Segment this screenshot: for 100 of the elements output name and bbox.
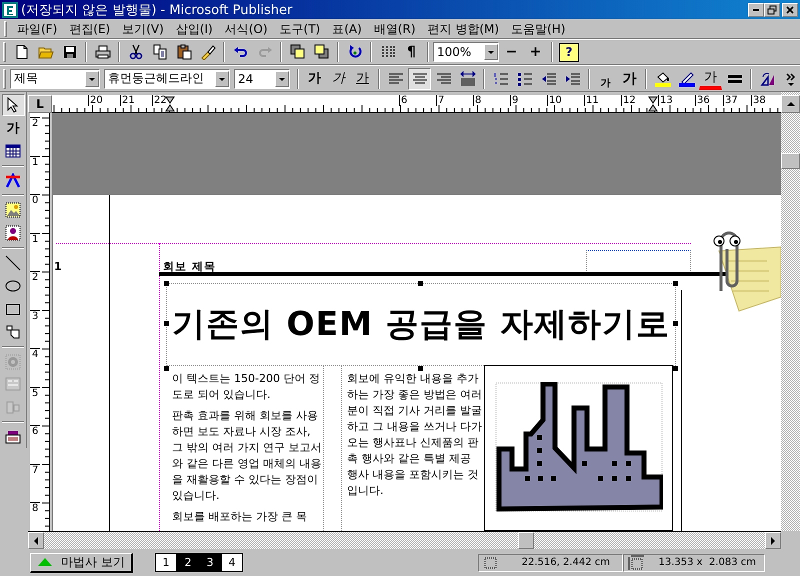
ruler-number: 11	[584, 95, 621, 106]
line-icon	[5, 255, 21, 272]
size-icon	[628, 554, 644, 570]
close-button[interactable]	[782, 2, 798, 16]
ruler-number: 13	[658, 95, 695, 106]
distribute-icon	[460, 70, 476, 86]
menu-item[interactable]: 삽입(I)	[170, 20, 219, 38]
selection-handle[interactable]	[673, 366, 678, 371]
numbered-list-icon	[492, 70, 508, 86]
align-center-icon	[412, 70, 428, 86]
ruler-number: 6	[399, 95, 436, 106]
ruler-number: 6	[30, 425, 40, 464]
ruler-number: 1	[30, 232, 40, 271]
body-paragraph: 판촉 효과를 위해 회보를 사용하면 보도 자료나 시장 조사, 그 밖의 여러 가지 연구 보고서와 같은 다른 영업 매체의 내용을 재활용할 수 있다는 장점이 있습니다.	[172, 408, 322, 504]
ruler-number: 5	[30, 386, 40, 425]
app-logo-icon	[2, 2, 18, 18]
menu-item[interactable]: 편집(E)	[63, 20, 116, 38]
restore-icon	[767, 4, 777, 14]
help-button[interactable]: ?	[559, 42, 579, 62]
fill-bucket-icon	[654, 70, 670, 86]
bulleted-list-icon	[516, 70, 532, 86]
menu-item[interactable]: 배열(R)	[368, 20, 422, 38]
dropdown-arrow-icon	[278, 76, 286, 82]
hotspot-icon	[5, 399, 21, 416]
menu-item[interactable]: 표(A)	[326, 20, 368, 38]
ruler-number: 4	[30, 348, 40, 386]
page-tab[interactable]: 4	[221, 553, 243, 572]
ruler-number: 8	[473, 95, 510, 106]
ruler-number: 38	[751, 95, 779, 106]
style-dropdown[interactable]: 제목	[10, 68, 100, 88]
scroll-thumb[interactable]	[518, 532, 534, 549]
ruler-number: 9	[510, 95, 547, 106]
form-control-icon	[5, 376, 21, 392]
right-arrow-icon	[769, 536, 777, 546]
menu-item[interactable]: 서식(O)	[218, 20, 274, 38]
copy-icon	[152, 44, 168, 60]
selection-handle[interactable]	[164, 366, 169, 371]
rotate-icon	[346, 44, 362, 60]
zoom-dropdown[interactable]: 100%	[433, 42, 499, 62]
oval-icon	[5, 278, 21, 294]
scroll-left-button[interactable]	[28, 532, 44, 549]
menu-item[interactable]: 파일(F)	[11, 20, 64, 38]
selection-handle[interactable]	[418, 366, 423, 371]
clip-art-icon	[5, 225, 21, 242]
menu-item[interactable]: 보기(V)	[116, 20, 170, 38]
ruler-number: 7	[30, 464, 40, 502]
ruler-number: 10	[547, 95, 584, 106]
pointer-icon	[5, 96, 21, 113]
ruler-number: 21	[120, 95, 152, 106]
menu-item[interactable]: 도움말(H)	[505, 20, 572, 38]
selection-handle[interactable]	[164, 321, 169, 326]
position-icon	[483, 554, 499, 570]
page-tab[interactable]: 3	[199, 553, 221, 572]
scroll-thumb[interactable]	[781, 153, 800, 169]
pointer-tool-button[interactable]	[2, 94, 24, 116]
object-frame-icon	[5, 354, 21, 370]
dropdown-arrow-icon	[487, 49, 495, 55]
body-paragraph: 이 텍스트는 150-200 단어 정도로 되어 있습니다.	[172, 371, 321, 403]
clipboard-icon	[176, 44, 192, 60]
ruler-number: 36	[695, 95, 723, 106]
minimize-icon	[753, 8, 759, 10]
body-paragraph: 회보를 배포하는 가장 큰 목	[172, 509, 308, 525]
minimize-button[interactable]	[748, 2, 764, 16]
scroll-right-button[interactable]	[765, 532, 781, 549]
selection-handle[interactable]	[418, 281, 423, 286]
ruler-origin-button[interactable]: L	[28, 95, 52, 113]
align-center-button[interactable]	[408, 68, 431, 90]
brush-icon	[200, 44, 216, 60]
show-wizard-button[interactable]: 마법사 보기	[30, 552, 133, 572]
picture-frame-icon	[5, 202, 21, 218]
up-arrow-icon	[786, 100, 796, 108]
selection-handle[interactable]	[673, 281, 678, 286]
page-tab[interactable]: 2	[177, 553, 199, 572]
ruler-number: 3	[30, 310, 40, 348]
custom-shapes-icon	[5, 324, 21, 340]
new-document-icon	[14, 44, 30, 60]
font-dropdown[interactable]: 휴먼둥근헤드라인	[104, 68, 230, 88]
ruler-number: 2	[30, 117, 40, 156]
page-tab[interactable]: 1	[155, 553, 177, 572]
left-arrow-icon	[32, 536, 40, 546]
dropdown-arrow-icon	[88, 76, 96, 82]
triangle-icon	[37, 556, 53, 568]
menu-item[interactable]: 도구(T)	[274, 20, 326, 38]
restore-button[interactable]	[764, 2, 780, 16]
scroll-up-button[interactable]	[781, 95, 800, 113]
body-paragraph: 회보에 유익한 내용을 추가하는 가장 좋은 방법은 여러분이 직접 기사 거리를 발굴하고 그 내용을 쓰거나 다가오는 행사표나 신제품의 판촉 행사와 같은 특별 제공 행사 내용을 포함시키는 것입니다.	[347, 371, 483, 499]
selection-handle[interactable]	[673, 321, 678, 326]
menu-item[interactable]: 편지 병합(M)	[422, 20, 506, 38]
position-readout: 22.516, 2.442 cm	[522, 557, 610, 568]
selection-handle[interactable]	[164, 281, 169, 286]
save-icon	[62, 44, 78, 60]
ruler-number: 1	[30, 156, 40, 194]
font-size-dropdown[interactable]: 24	[234, 68, 290, 88]
close-icon	[785, 4, 795, 14]
newsletter-header: 회보 제목	[163, 259, 216, 274]
print-icon	[94, 44, 110, 60]
pen-icon	[678, 70, 694, 86]
align-left-icon	[388, 70, 404, 86]
ruler-number: 2	[30, 271, 40, 310]
undo-icon	[232, 44, 248, 60]
